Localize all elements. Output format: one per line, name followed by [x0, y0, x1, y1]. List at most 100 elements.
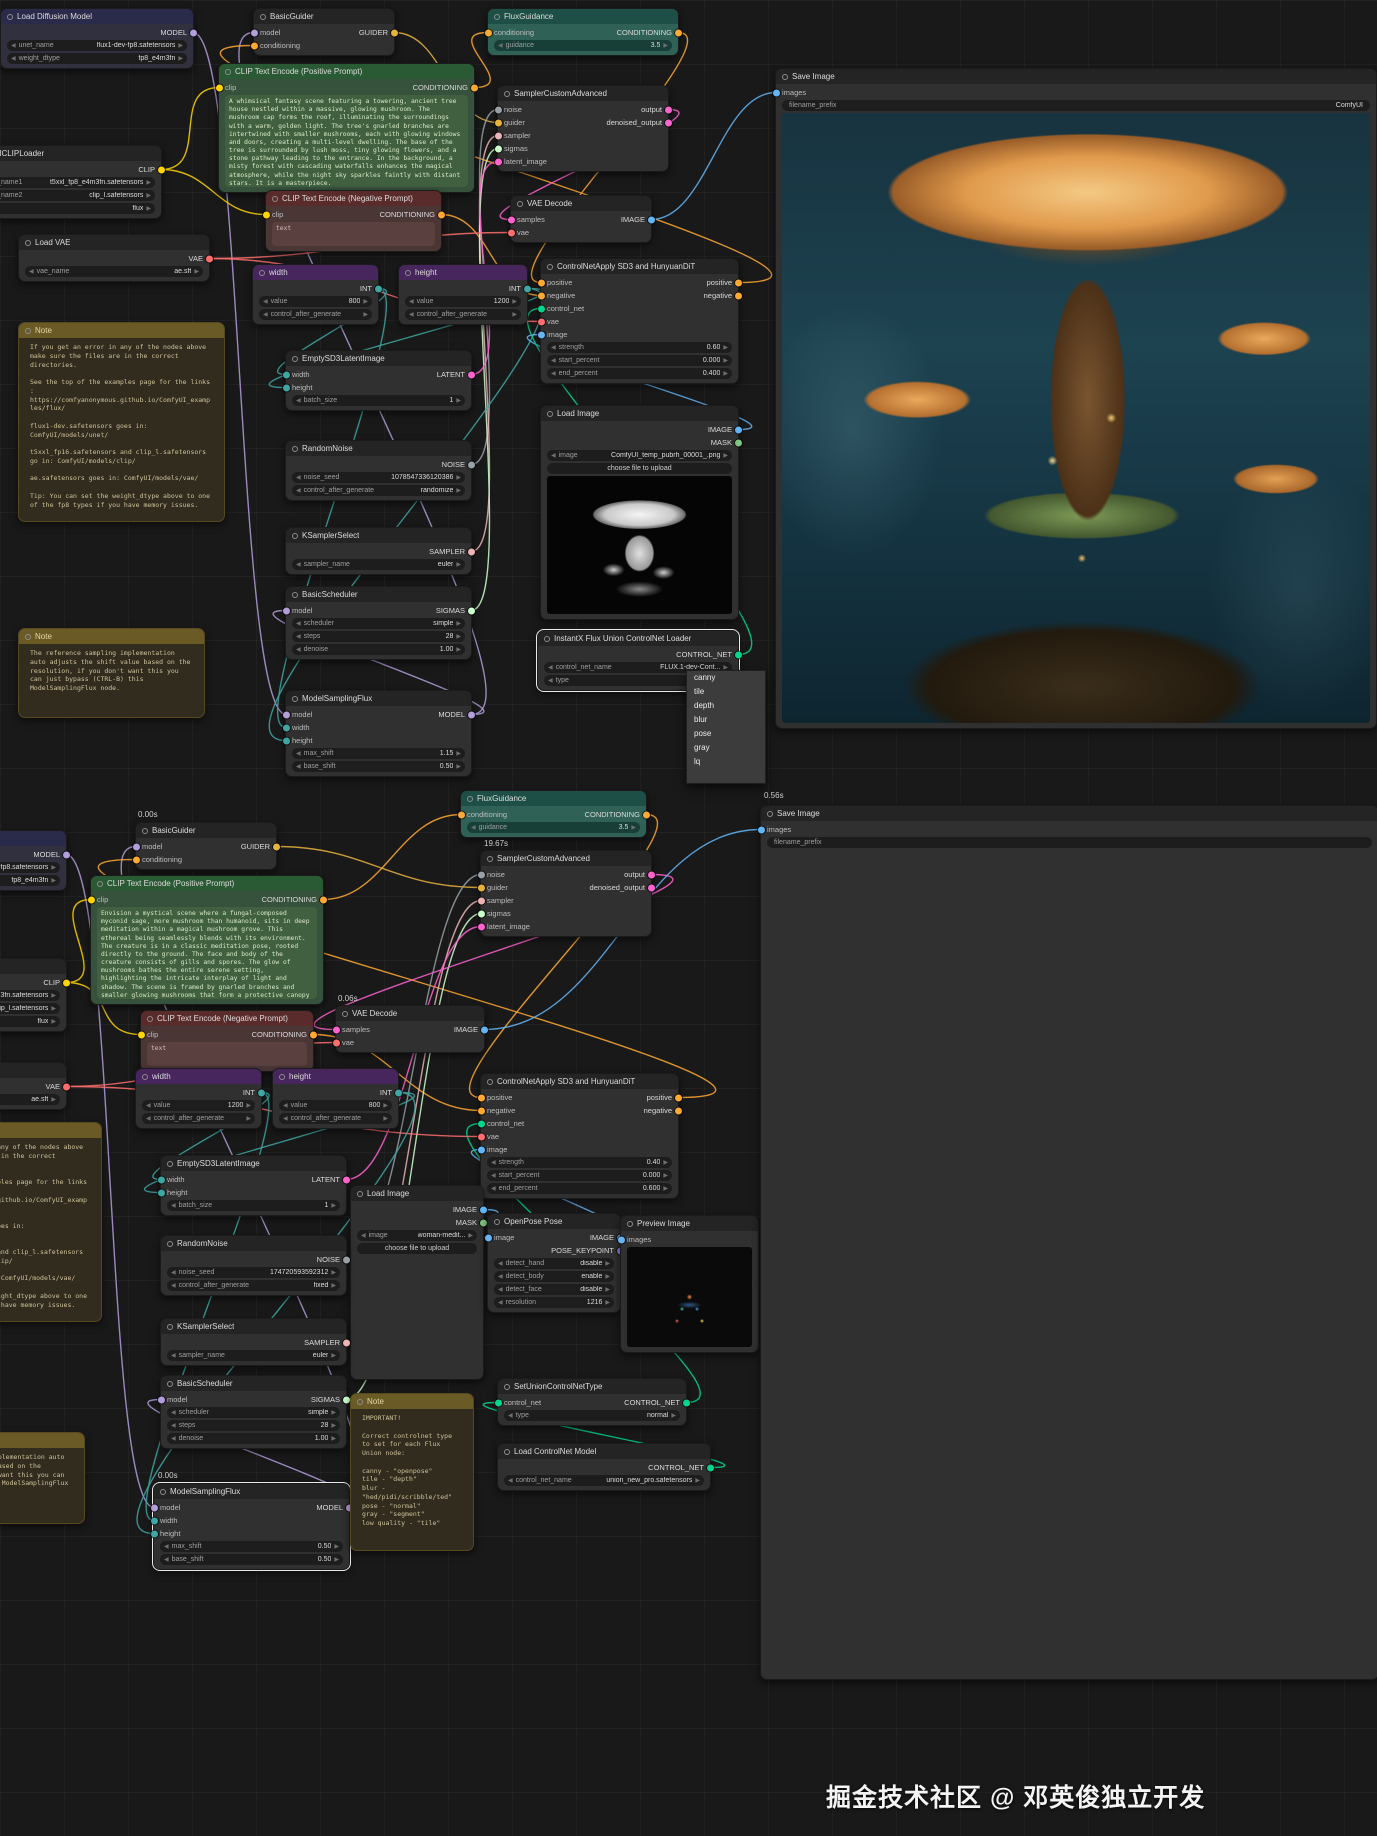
collapse-dot-icon[interactable]: [225, 69, 231, 75]
decrement-arrow-icon[interactable]: ◀: [498, 42, 503, 49]
latent_image-port[interactable]: [478, 923, 485, 930]
guider-port[interactable]: [478, 884, 485, 891]
dropdown-item-lq[interactable]: lq: [687, 755, 765, 769]
node-basic-scheduler-bottom[interactable]: BasicSchedulermodelSIGMAS◀schedulersimpl…: [160, 1375, 347, 1449]
node-header[interactable]: VAE Decode: [511, 196, 651, 211]
node-ksampler-select-bottom[interactable]: KSamplerSelectSAMPLER◀sampler_nameeuler▶: [160, 1318, 347, 1366]
increment-arrow-icon[interactable]: ▶: [331, 1282, 336, 1289]
decrement-arrow-icon[interactable]: ◀: [296, 474, 301, 481]
node-clip-text-encode-positive-bottom[interactable]: CLIP Text Encode (Positive Prompt)clipCO…: [90, 875, 324, 1005]
increment-arrow-icon[interactable]: ▶: [605, 1260, 610, 1267]
decrement-arrow-icon[interactable]: ◀: [498, 1299, 503, 1306]
decrement-arrow-icon[interactable]: ◀: [548, 664, 553, 671]
denoised_output-port[interactable]: [648, 884, 655, 891]
collapse-dot-icon[interactable]: [547, 264, 553, 270]
negative-port[interactable]: [735, 292, 742, 299]
widget-noise_seed[interactable]: ◀noise_seed174720593592312▶: [167, 1267, 340, 1278]
node-load-controlnet-model[interactable]: Load ControlNet ModelCONTROL_NET◀control…: [497, 1443, 711, 1491]
IMAGE-port[interactable]: [735, 426, 742, 433]
vae-port[interactable]: [538, 318, 545, 325]
decrement-arrow-icon[interactable]: ◀: [296, 620, 301, 627]
increment-arrow-icon[interactable]: ▶: [363, 298, 368, 305]
increment-arrow-icon[interactable]: ▶: [605, 1299, 610, 1306]
collapse-dot-icon[interactable]: [292, 446, 298, 452]
images-port[interactable]: [758, 826, 765, 833]
widget-unet_name[interactable]: ◀unet_nameflux1-dev-fp8.safetensors▶: [0, 862, 60, 873]
node-header[interactable]: width: [253, 265, 378, 280]
decrement-arrow-icon[interactable]: ◀: [471, 824, 476, 831]
CONDITIONING-port[interactable]: [643, 811, 650, 818]
increment-arrow-icon[interactable]: ▶: [671, 1412, 676, 1419]
collapse-dot-icon[interactable]: [487, 1079, 493, 1085]
SAMPLER-port[interactable]: [468, 548, 475, 555]
collapse-dot-icon[interactable]: [494, 14, 500, 20]
decrement-arrow-icon[interactable]: ◀: [491, 1172, 496, 1179]
widget-resolution[interactable]: ◀resolution1216▶: [494, 1297, 614, 1308]
collapse-dot-icon[interactable]: [627, 1221, 633, 1227]
CONTROL_NET-port[interactable]: [707, 1464, 714, 1471]
node-save-image-top[interactable]: Save Imageimagesfilename_prefixComfyUI: [775, 68, 1377, 729]
widget-noise_seed[interactable]: ◀noise_seed1078547336120386▶: [292, 472, 465, 483]
node-header[interactable]: VAE Decode: [336, 1006, 484, 1021]
vae-port[interactable]: [333, 1039, 340, 1046]
decrement-arrow-icon[interactable]: ◀: [171, 1435, 176, 1442]
increment-arrow-icon[interactable]: ▶: [468, 1232, 473, 1239]
widget-filename_prefix[interactable]: filename_prefix: [767, 837, 1372, 848]
type-dropdown[interactable]: cannytiledepthblurposegraylq: [686, 670, 766, 784]
decrement-arrow-icon[interactable]: ◀: [296, 487, 301, 494]
widget-weight_dtype[interactable]: ◀weight_dtypefp8_e4m3fn▶: [7, 53, 187, 64]
decrement-arrow-icon[interactable]: ◀: [296, 763, 301, 770]
node-header[interactable]: ModelSamplingFlux: [154, 1484, 349, 1499]
node-header[interactable]: ControlNetApply SD3 and HunyuanDiT: [541, 259, 738, 274]
CONTROL_NET-port[interactable]: [735, 651, 742, 658]
CONDITIONING-port[interactable]: [471, 84, 478, 91]
negative-port[interactable]: [478, 1107, 485, 1114]
node-width-bottom[interactable]: widthINT◀value1200▶◀control_after_genera…: [135, 1068, 262, 1129]
SIGMAS-port[interactable]: [343, 1396, 350, 1403]
node-random-noise-top[interactable]: RandomNoiseNOISE◀noise_seed1078547336120…: [285, 440, 472, 501]
guider-port[interactable]: [495, 119, 502, 126]
widget-base_shift[interactable]: ◀base_shift0.50▶: [292, 761, 465, 772]
node-load-diffusion-model-partial[interactable]: Load Diffusion ModelMODEL◀unet_nameflux1…: [0, 830, 67, 891]
widget-detect_body[interactable]: ◀detect_bodyenable▶: [494, 1271, 614, 1282]
node-openpose-pose[interactable]: OpenPose PoseimageIMAGEPOSE_KEYPOINT◀det…: [487, 1213, 621, 1313]
increment-arrow-icon[interactable]: ▶: [456, 763, 461, 770]
IMAGE-port[interactable]: [480, 1206, 487, 1213]
node-header[interactable]: Note: [19, 323, 224, 338]
node-controlnet-apply-top[interactable]: ControlNetApply SD3 and HunyuanDiTpositi…: [540, 258, 739, 384]
node-header[interactable]: FluxGuidance: [461, 791, 646, 806]
increment-arrow-icon[interactable]: ▶: [695, 1477, 700, 1484]
collapse-dot-icon[interactable]: [357, 1399, 363, 1405]
collapse-dot-icon[interactable]: [25, 240, 31, 246]
node-header[interactable]: height: [273, 1069, 398, 1084]
collapse-dot-icon[interactable]: [142, 1074, 148, 1080]
collapse-dot-icon[interactable]: [504, 1384, 510, 1390]
collapse-dot-icon[interactable]: [782, 74, 788, 80]
decrement-arrow-icon[interactable]: ◀: [296, 750, 301, 757]
MODEL-port[interactable]: [63, 851, 70, 858]
conditioning-port[interactable]: [133, 856, 140, 863]
node-empty-sd3-latent-top[interactable]: EmptySD3LatentImagewidthLATENTheight◀bat…: [285, 350, 472, 411]
collapse-dot-icon[interactable]: [259, 270, 265, 276]
widget-steps[interactable]: ◀steps28▶: [292, 631, 465, 642]
node-header[interactable]: EmptySD3LatentImage: [286, 351, 471, 366]
node-header[interactable]: height: [399, 265, 527, 280]
decrement-arrow-icon[interactable]: ◀: [171, 1352, 176, 1359]
node-header[interactable]: Load VAE: [19, 235, 209, 250]
widget-clip_name2[interactable]: ◀clip_name2clip_l.safetensors▶: [0, 1003, 60, 1014]
model-port[interactable]: [151, 1504, 158, 1511]
node-header[interactable]: Note: [0, 1433, 84, 1448]
node-header[interactable]: Note: [351, 1394, 473, 1409]
CONDITIONING-port[interactable]: [320, 896, 327, 903]
denoised_output-port[interactable]: [665, 119, 672, 126]
increment-arrow-icon[interactable]: ▶: [51, 1096, 56, 1103]
widget-vae_name[interactable]: ◀vae_nameae.sft▶: [0, 1094, 60, 1105]
widget-filename_prefix[interactable]: filename_prefixComfyUI: [782, 100, 1370, 111]
increment-arrow-icon[interactable]: ▶: [51, 992, 56, 999]
decrement-arrow-icon[interactable]: ◀: [409, 298, 414, 305]
decrement-arrow-icon[interactable]: ◀: [361, 1232, 366, 1239]
increment-arrow-icon[interactable]: ▶: [456, 487, 461, 494]
node-header[interactable]: InstantX Flux Union ControlNet Loader: [538, 631, 738, 646]
collapse-dot-icon[interactable]: [547, 411, 553, 417]
decrement-arrow-icon[interactable]: ◀: [296, 646, 301, 653]
